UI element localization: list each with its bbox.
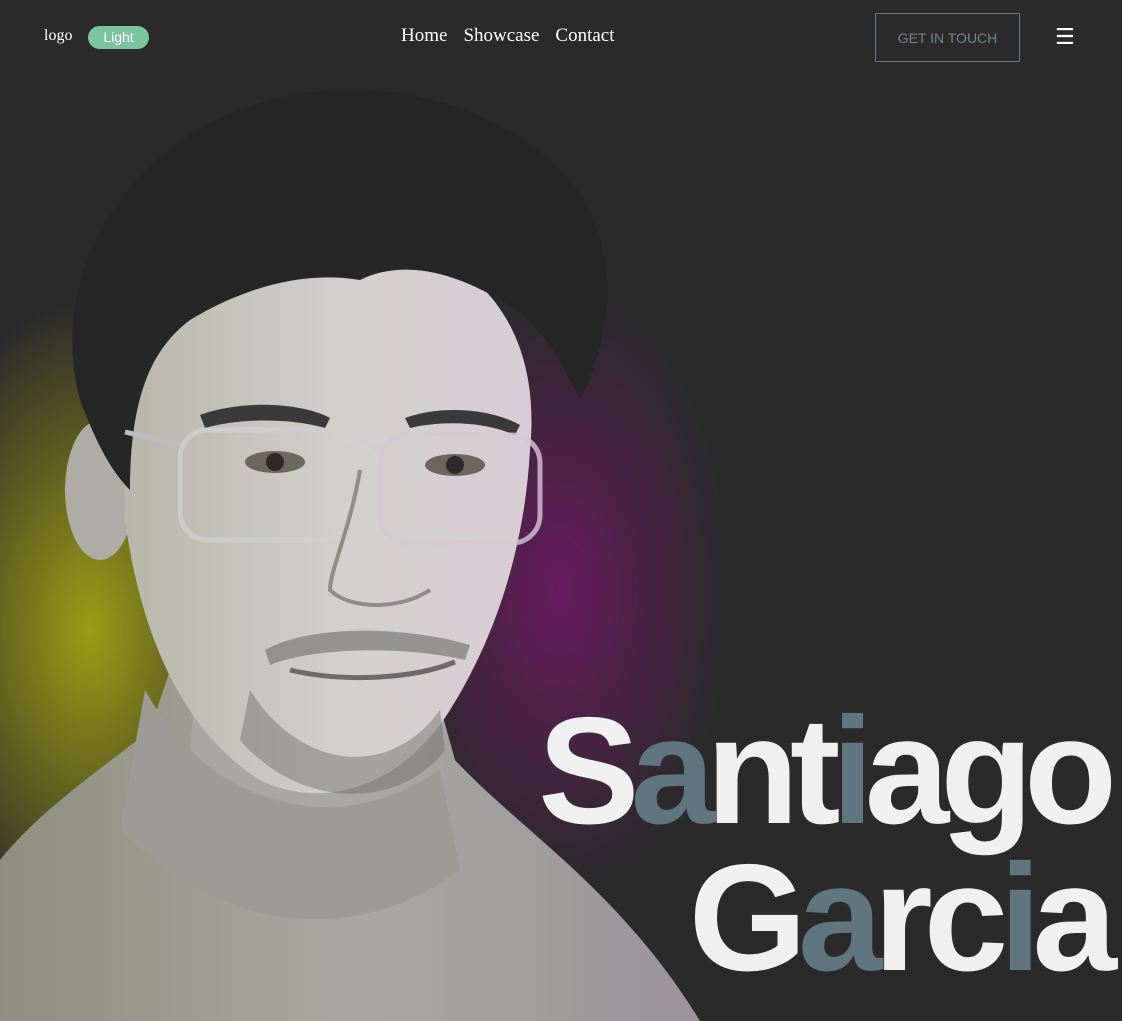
top-navbar: logo Light Home Showcase Contact GET IN … <box>0 0 1122 76</box>
first-name-accent-part: i <box>831 686 874 856</box>
nav-link-home[interactable]: Home <box>401 25 447 47</box>
last-name-accent-part: i <box>999 833 1041 1003</box>
right-pupil <box>446 456 464 474</box>
hamburger-menu-icon[interactable]: ☰ <box>1055 27 1075 49</box>
first-name-accent-part: a <box>630 686 715 856</box>
first-name-part: S <box>538 686 639 856</box>
first-name-part: nt <box>706 686 841 856</box>
nav-link-contact[interactable]: Contact <box>555 25 614 47</box>
last-name-accent-part: a <box>797 833 882 1003</box>
first-name-part: ago <box>864 686 1117 856</box>
hero-last-name: Garcia <box>689 842 1117 994</box>
theme-toggle-button[interactable]: Light <box>88 26 149 49</box>
last-name-part: rc <box>873 833 1009 1003</box>
left-pupil <box>266 453 284 471</box>
last-name-part: a <box>1032 833 1116 1003</box>
logo[interactable]: logo <box>44 27 72 45</box>
nav-link-showcase[interactable]: Showcase <box>463 25 539 47</box>
get-in-touch-button[interactable]: GET IN TOUCH <box>875 13 1020 62</box>
main-nav: Home Showcase Contact <box>401 25 615 47</box>
hero-first-name: Santiago <box>538 695 1117 847</box>
last-name-part: G <box>688 833 807 1003</box>
portrait-photo <box>0 89 720 1021</box>
